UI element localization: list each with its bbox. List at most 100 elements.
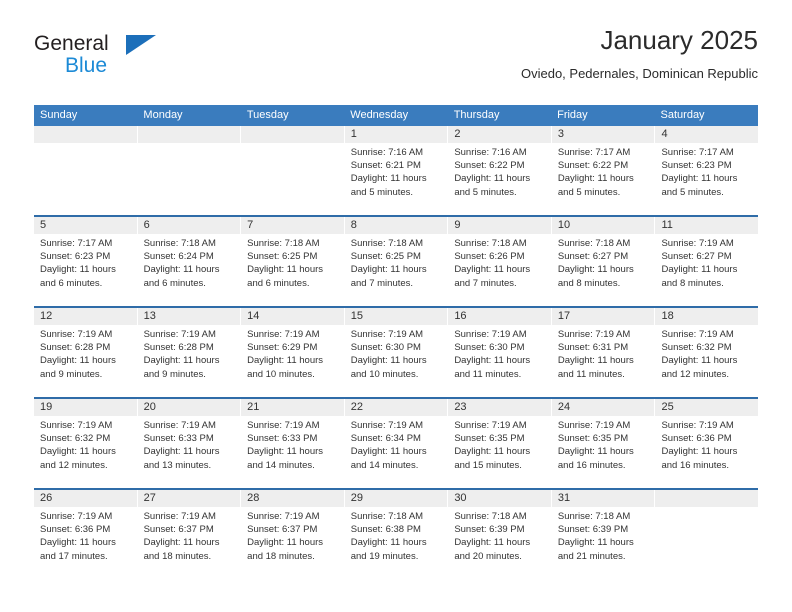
week-row: 1 Sunrise: 7:16 AM Sunset: 6:21 PM Dayli…: [34, 126, 759, 215]
date-number: 2: [448, 126, 551, 143]
generalblue-logo[interactable]: General Blue: [34, 32, 214, 88]
daylight-text-line1: Daylight: 11 hours: [454, 355, 531, 367]
date-number: 18: [655, 308, 759, 325]
day-cell[interactable]: 12 Sunrise: 7:19 AM Sunset: 6:28 PM Dayl…: [34, 308, 138, 397]
day-cell[interactable]: 3 Sunrise: 7:17 AM Sunset: 6:22 PM Dayli…: [551, 126, 656, 215]
daylight-text-line1: Daylight: 11 hours: [557, 355, 634, 367]
daylight-text-line1: Daylight: 11 hours: [350, 355, 427, 367]
day-cell[interactable]: 16 Sunrise: 7:19 AM Sunset: 6:30 PM Dayl…: [448, 308, 552, 397]
date-number: 1: [344, 126, 448, 143]
page-header: General Blue January 2025 Oviedo, Pedern…: [34, 24, 758, 96]
sunrise-text: Sunrise: 7:19 AM: [143, 329, 216, 340]
sunset-text: Sunset: 6:39 PM: [454, 524, 525, 536]
date-number: 29: [344, 490, 448, 507]
day-cell[interactable]: 4 Sunrise: 7:17 AM Sunset: 6:23 PM Dayli…: [655, 126, 759, 215]
day-info: Sunrise: 7:16 AM Sunset: 6:21 PM Dayligh…: [345, 143, 448, 199]
day-cell[interactable]: [655, 490, 759, 579]
day-cell[interactable]: [241, 126, 345, 215]
sunset-text: Sunset: 6:24 PM: [143, 251, 214, 263]
day-cell[interactable]: 5 Sunrise: 7:17 AM Sunset: 6:23 PM Dayli…: [34, 217, 138, 306]
day-cell[interactable]: 7 Sunrise: 7:18 AM Sunset: 6:25 PM Dayli…: [241, 217, 345, 306]
day-cell[interactable]: 23 Sunrise: 7:19 AM Sunset: 6:35 PM Dayl…: [448, 399, 552, 488]
daylight-text-line2: and 14 minutes.: [247, 459, 315, 471]
day-cell[interactable]: 22 Sunrise: 7:19 AM Sunset: 6:34 PM Dayl…: [344, 399, 449, 488]
day-cell[interactable]: 25 Sunrise: 7:19 AM Sunset: 6:36 PM Dayl…: [655, 399, 759, 488]
week-row: 5 Sunrise: 7:17 AM Sunset: 6:23 PM Dayli…: [34, 215, 759, 306]
day-cell[interactable]: 13 Sunrise: 7:19 AM Sunset: 6:28 PM Dayl…: [137, 308, 242, 397]
day-cell[interactable]: 6 Sunrise: 7:18 AM Sunset: 6:24 PM Dayli…: [137, 217, 242, 306]
daylight-text-line1: Daylight: 11 hours: [350, 264, 427, 276]
date-number: 11: [655, 217, 759, 234]
daylight-text-line1: Daylight: 11 hours: [454, 264, 531, 276]
day-cell[interactable]: 29 Sunrise: 7:18 AM Sunset: 6:38 PM Dayl…: [344, 490, 449, 579]
day-cell[interactable]: 10 Sunrise: 7:18 AM Sunset: 6:27 PM Dayl…: [551, 217, 656, 306]
day-info: Sunrise: 7:19 AM Sunset: 6:31 PM Dayligh…: [552, 325, 655, 381]
day-cell[interactable]: 14 Sunrise: 7:19 AM Sunset: 6:29 PM Dayl…: [241, 308, 345, 397]
daylight-text-line2: and 19 minutes.: [350, 550, 419, 562]
daylight-text-line2: and 6 minutes.: [247, 277, 310, 289]
date-number: 27: [137, 490, 241, 507]
logo-word-blue: Blue: [65, 54, 108, 77]
date-number: 28: [241, 490, 344, 507]
daylight-text-line2: and 12 minutes.: [40, 459, 108, 471]
day-info: Sunrise: 7:19 AM Sunset: 6:34 PM Dayligh…: [345, 416, 448, 472]
dow-header-sunday: Sunday: [40, 109, 78, 121]
day-cell[interactable]: 11 Sunrise: 7:19 AM Sunset: 6:27 PM Dayl…: [655, 217, 759, 306]
day-cell[interactable]: 8 Sunrise: 7:18 AM Sunset: 6:25 PM Dayli…: [344, 217, 449, 306]
sunset-text: Sunset: 6:35 PM: [557, 433, 629, 445]
day-cell[interactable]: 28 Sunrise: 7:19 AM Sunset: 6:37 PM Dayl…: [241, 490, 345, 579]
date-number: 13: [137, 308, 241, 325]
date-number: [137, 126, 241, 143]
sunset-text: Sunset: 6:31 PM: [557, 342, 629, 354]
date-number: 21: [241, 399, 344, 416]
day-cell[interactable]: 1 Sunrise: 7:16 AM Sunset: 6:21 PM Dayli…: [344, 126, 449, 215]
sunrise-text: Sunrise: 7:19 AM: [143, 511, 216, 522]
day-cell[interactable]: 19 Sunrise: 7:19 AM Sunset: 6:32 PM Dayl…: [34, 399, 138, 488]
sunrise-text: Sunrise: 7:18 AM: [143, 238, 216, 249]
day-cell[interactable]: 24 Sunrise: 7:19 AM Sunset: 6:35 PM Dayl…: [551, 399, 656, 488]
daylight-text-line1: Daylight: 11 hours: [557, 446, 634, 458]
dow-header-thursday: Thursday: [453, 109, 500, 121]
daylight-text-line1: Daylight: 11 hours: [247, 264, 324, 276]
sunset-text: Sunset: 6:26 PM: [454, 251, 525, 263]
daylight-text-line1: Daylight: 11 hours: [661, 173, 738, 185]
sunrise-text: Sunrise: 7:18 AM: [350, 238, 424, 249]
sunset-text: Sunset: 6:27 PM: [661, 251, 732, 263]
date-number: 6: [137, 217, 241, 234]
day-cell[interactable]: 9 Sunrise: 7:18 AM Sunset: 6:26 PM Dayli…: [448, 217, 552, 306]
day-cell[interactable]: [34, 126, 138, 215]
day-cell[interactable]: [137, 126, 242, 215]
sunrise-text: Sunrise: 7:19 AM: [661, 329, 734, 340]
day-cell[interactable]: 15 Sunrise: 7:19 AM Sunset: 6:30 PM Dayl…: [344, 308, 449, 397]
day-cell[interactable]: 31 Sunrise: 7:18 AM Sunset: 6:39 PM Dayl…: [551, 490, 656, 579]
date-number: 26: [34, 490, 137, 507]
date-number: 12: [34, 308, 137, 325]
day-cell[interactable]: 17 Sunrise: 7:19 AM Sunset: 6:31 PM Dayl…: [551, 308, 656, 397]
day-cell[interactable]: 2 Sunrise: 7:16 AM Sunset: 6:22 PM Dayli…: [448, 126, 552, 215]
page-subtitle: Oviedo, Pedernales, Dominican Republic: [520, 66, 758, 81]
daylight-text-line2: and 15 minutes.: [454, 459, 522, 471]
sunrise-text: Sunrise: 7:19 AM: [247, 511, 320, 522]
date-number: 15: [344, 308, 448, 325]
day-cell[interactable]: 30 Sunrise: 7:18 AM Sunset: 6:39 PM Dayl…: [448, 490, 552, 579]
date-number: 23: [448, 399, 551, 416]
day-cell[interactable]: 26 Sunrise: 7:19 AM Sunset: 6:36 PM Dayl…: [34, 490, 138, 579]
sunrise-text: Sunrise: 7:19 AM: [247, 329, 320, 340]
daylight-text-line1: Daylight: 11 hours: [247, 446, 324, 458]
day-cell[interactable]: 18 Sunrise: 7:19 AM Sunset: 6:32 PM Dayl…: [655, 308, 759, 397]
sunrise-text: Sunrise: 7:17 AM: [557, 147, 631, 158]
daylight-text-line2: and 5 minutes.: [454, 186, 517, 198]
daylight-text-line1: Daylight: 11 hours: [557, 264, 634, 276]
sunset-text: Sunset: 6:28 PM: [143, 342, 214, 354]
daylight-text-line2: and 8 minutes.: [661, 277, 724, 289]
day-cell[interactable]: 21 Sunrise: 7:19 AM Sunset: 6:33 PM Dayl…: [241, 399, 345, 488]
day-cell[interactable]: 27 Sunrise: 7:19 AM Sunset: 6:37 PM Dayl…: [137, 490, 242, 579]
daylight-text-line2: and 21 minutes.: [557, 550, 626, 562]
day-info: Sunrise: 7:19 AM Sunset: 6:32 PM Dayligh…: [34, 416, 137, 472]
date-number: 17: [551, 308, 655, 325]
day-info: Sunrise: 7:18 AM Sunset: 6:39 PM Dayligh…: [552, 507, 655, 563]
dow-header-tuesday: Tuesday: [246, 109, 289, 121]
day-cell[interactable]: 20 Sunrise: 7:19 AM Sunset: 6:33 PM Dayl…: [137, 399, 242, 488]
daylight-text-line1: Daylight: 11 hours: [454, 537, 531, 549]
sunset-text: Sunset: 6:21 PM: [350, 160, 421, 172]
